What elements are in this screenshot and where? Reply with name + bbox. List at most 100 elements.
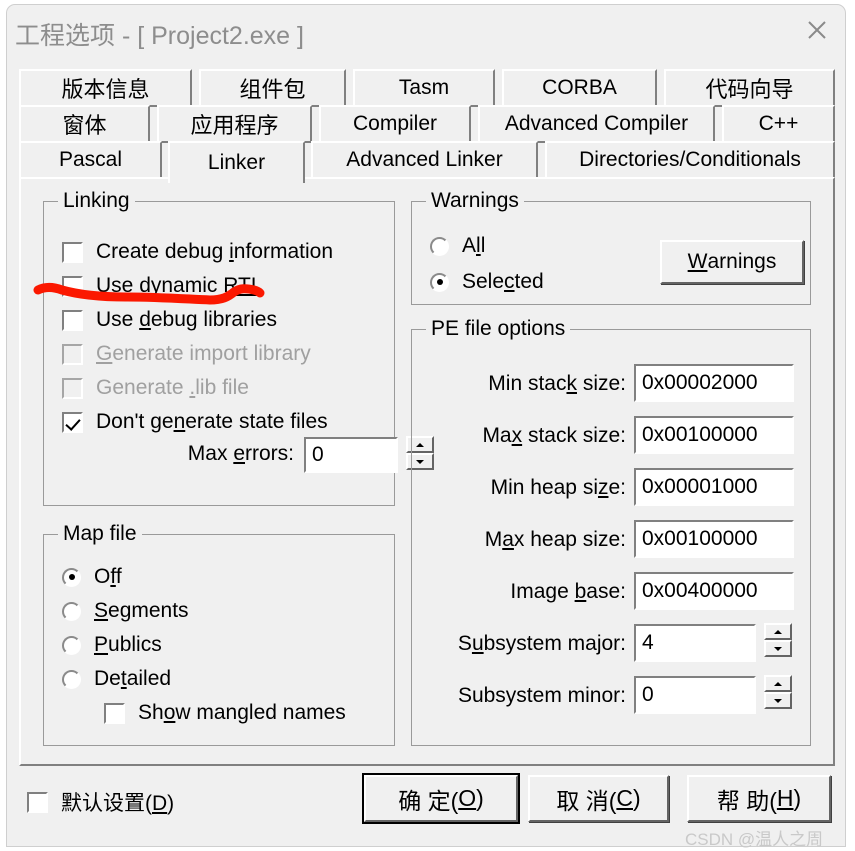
pe-spinfield-input-1[interactable]: 0 [634,676,756,714]
warnings-radio-1[interactable]: Selected [430,270,544,294]
pe-spinfield-stepper-0[interactable] [764,623,792,657]
radio-dot[interactable] [430,236,449,256]
pe-field-input-4[interactable]: 0x00400000 [634,572,794,610]
checkbox-label: Create debug information [96,240,333,263]
pe-spinfield-label-0: Subsystem major: [457,632,626,655]
tab-[interactable]: 组件包 [199,69,346,107]
close-icon[interactable] [793,9,841,51]
tab-label: 应用程序 [190,113,279,138]
show-mangled-names-box[interactable] [104,702,125,724]
pe-spinfield-stepper-1[interactable] [764,675,792,709]
linking-group-title: Linking [58,189,135,213]
warnings-radio-0[interactable]: All [430,234,485,258]
pe-field-input-1[interactable]: 0x00100000 [634,416,794,454]
max-errors-input[interactable]: 0 [304,437,398,473]
pe-field-label-0: Min stack size: [488,372,626,395]
linking-group: Linking Create debug information Use dyna… [43,189,434,506]
linking-checkbox-0[interactable]: Create debug information [62,240,333,264]
tab-directories-conditionals[interactable]: Directories/Conditionals [545,141,835,179]
stepper-down[interactable] [764,692,792,709]
radio-dot[interactable] [62,601,81,621]
checkbox-label: Use debug libraries [96,308,277,331]
radio-label: Selected [462,270,544,293]
tab-label: C++ [758,112,799,135]
pe-field-input-2[interactable]: 0x00001000 [634,468,794,506]
default-settings-checkbox[interactable]: 默认设置(D) [27,787,174,817]
radio-label: Segments [94,599,189,622]
show-mangled-names-label: Show mangled names [138,701,346,724]
tab-[interactable]: 版本信息 [19,69,192,107]
tab-tasm[interactable]: Tasm [353,69,495,107]
max-errors-label: Max errors: [187,442,294,465]
tab-label: 窗体 [62,113,107,138]
checkbox-box[interactable] [62,275,83,297]
linking-checkbox-3: Generate import library [62,342,311,366]
checkbox-label: Generate .lib file [96,376,249,399]
pe-field-input-3[interactable]: 0x00100000 [634,520,794,558]
tab-c[interactable]: C++ [722,105,835,143]
tab-[interactable]: 应用程序 [157,105,312,143]
checkbox-box[interactable] [62,411,83,433]
tab-advanced-linker[interactable]: Advanced Linker [311,141,538,179]
cancel-button[interactable]: 取 消(C) [528,775,669,822]
map-file-radio-2[interactable]: Publics [62,633,162,657]
tab-label: 组件包 [239,77,306,102]
radio-label: All [462,234,486,257]
radio-dot[interactable] [62,567,81,587]
tab-corba[interactable]: CORBA [502,69,657,107]
linking-checkbox-1[interactable]: Use dynamic RTL [62,274,263,298]
window-title: 工程选项 - [ Project2.exe ] [15,22,304,50]
radio-dot[interactable] [430,272,449,292]
radio-label: Publics [94,633,162,656]
map-file-radio-0[interactable]: Off [62,565,122,589]
pe-file-options-group: PE file options Min stack size: 0x0000200… [411,317,811,746]
default-settings-box[interactable] [27,791,48,813]
stepper-up[interactable] [764,623,792,640]
stepper-up[interactable] [764,675,792,692]
watermark: CSDN @温人之周 [685,830,824,849]
tab-compiler[interactable]: Compiler [319,105,471,143]
warnings-group-title: Warnings [426,189,524,213]
pe-field-label-1: Max stack size: [482,424,626,447]
stepper-down[interactable] [764,640,792,657]
linking-checkbox-2[interactable]: Use debug libraries [62,308,277,332]
pe-spinfield-input-0[interactable]: 4 [634,624,756,662]
map-file-group-title: Map file [58,522,142,546]
linker-tab-panel: Linking Create debug information Use dyna… [19,177,835,766]
linking-checkbox-5[interactable]: Don't generate state files [62,410,328,434]
tab-advanced-compiler[interactable]: Advanced Compiler [478,105,715,143]
checkbox-box[interactable] [62,309,83,331]
warnings-group: Warnings All Selected Warnings [411,189,811,305]
project-options-dialog: 工程选项 - [ Project2.exe ] 版本信息 组件包 Tasm CORBA… [6,4,846,849]
pe-field-input-0[interactable]: 0x00002000 [634,364,794,402]
tab-linker[interactable]: Linker [168,141,305,183]
tab-pascal[interactable]: Pascal [19,141,162,179]
tab-label: CORBA [542,76,617,99]
map-file-radio-3[interactable]: Detailed [62,667,171,691]
checkbox-label: Don't generate state files [96,410,328,433]
radio-dot[interactable] [62,635,81,655]
show-mangled-names-checkbox[interactable]: Show mangled names [104,701,346,725]
radio-label: Detailed [94,667,172,690]
ok-button[interactable]: 确 定(O) [362,773,520,824]
tab-label: Directories/Conditionals [579,148,801,171]
title-bar: 工程选项 - [ Project2.exe ] [7,5,845,60]
help-button[interactable]: 帮 助(H) [687,775,831,822]
checkbox-box[interactable] [62,241,83,263]
tab-strip: 版本信息 组件包 Tasm CORBA 代码向导窗体 应用程序 Compiler Advanc… [19,69,835,183]
pe-field-label-3: Max heap size: [484,528,626,551]
map-file-radio-1[interactable]: Segments [62,599,189,623]
tab-label: 版本信息 [61,77,150,102]
warnings-button[interactable]: Warnings [660,240,804,284]
tab-label: 代码向导 [705,77,794,102]
tab-label: Advanced Linker [346,148,503,171]
tab-label: Compiler [352,112,438,135]
tab-label: Pascal [58,148,123,171]
radio-dot[interactable] [62,669,81,689]
checkbox-box [62,377,83,399]
tab-label: Linker [207,151,266,174]
tab-label: Tasm [398,76,450,99]
tab-[interactable]: 窗体 [19,105,150,143]
tab-[interactable]: 代码向导 [664,69,835,107]
pe-field-label-2: Min heap size: [490,476,626,499]
